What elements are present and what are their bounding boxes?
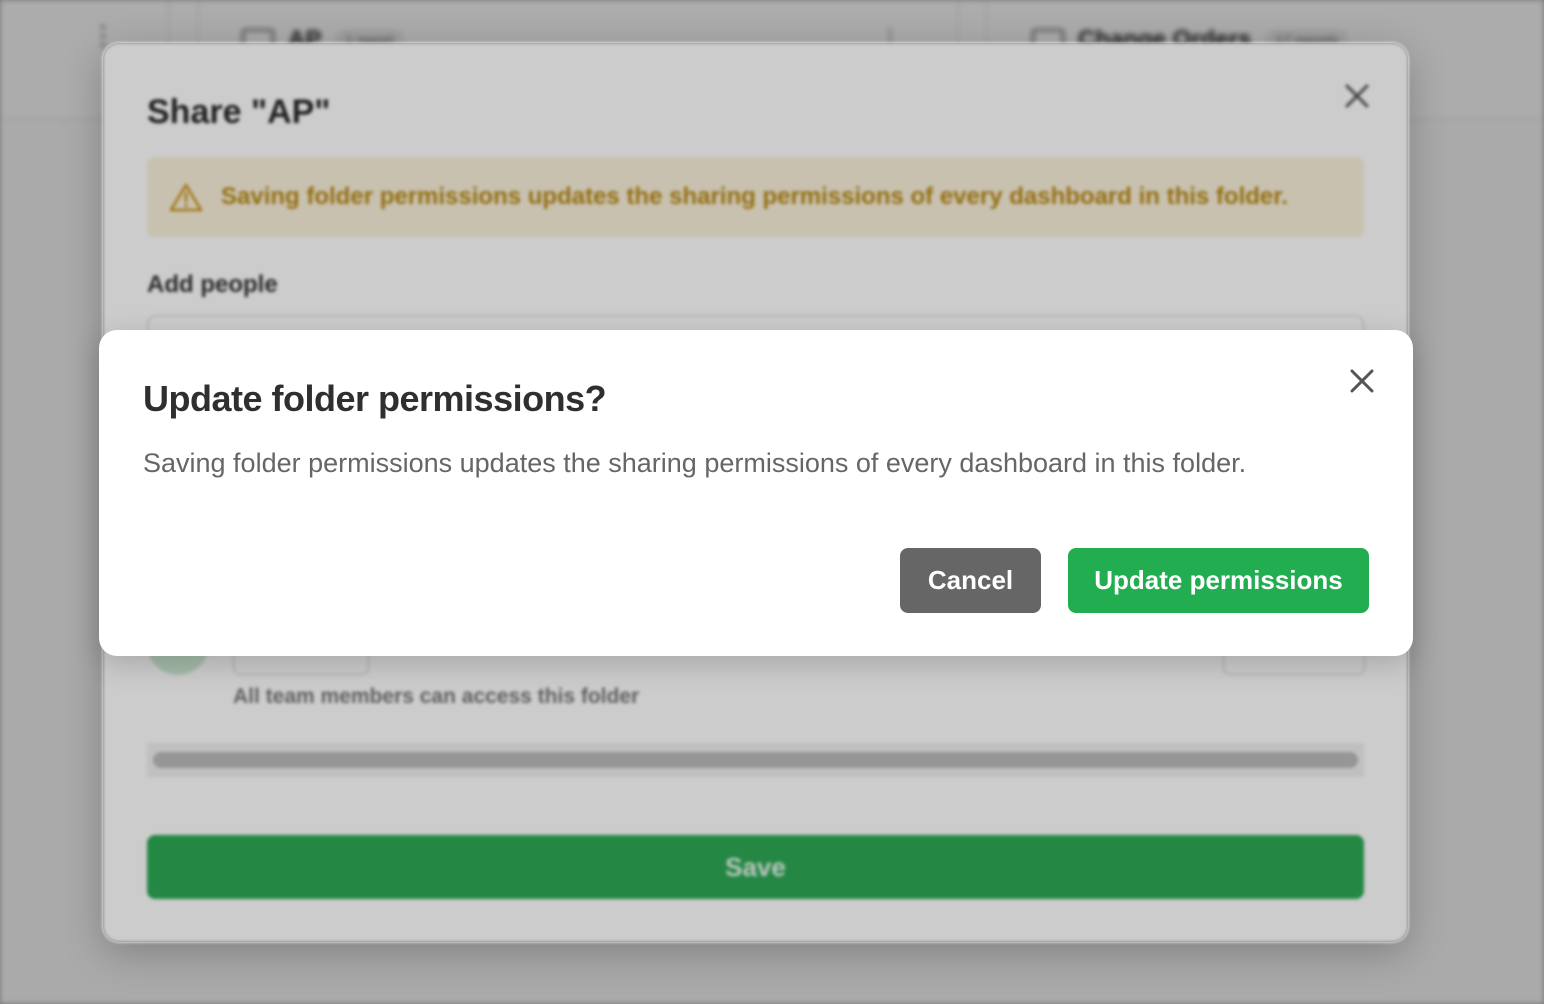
confirm-dialog-message: Saving folder permissions updates the sh… xyxy=(143,448,1247,478)
update-permissions-button[interactable]: Update permissions xyxy=(1068,548,1369,613)
cancel-button[interactable]: Cancel xyxy=(900,548,1041,613)
confirm-dialog-title: Update folder permissions? xyxy=(143,378,607,419)
confirm-dialog: Update folder permissions? Saving folder… xyxy=(99,330,1413,656)
close-icon[interactable] xyxy=(1345,364,1379,398)
